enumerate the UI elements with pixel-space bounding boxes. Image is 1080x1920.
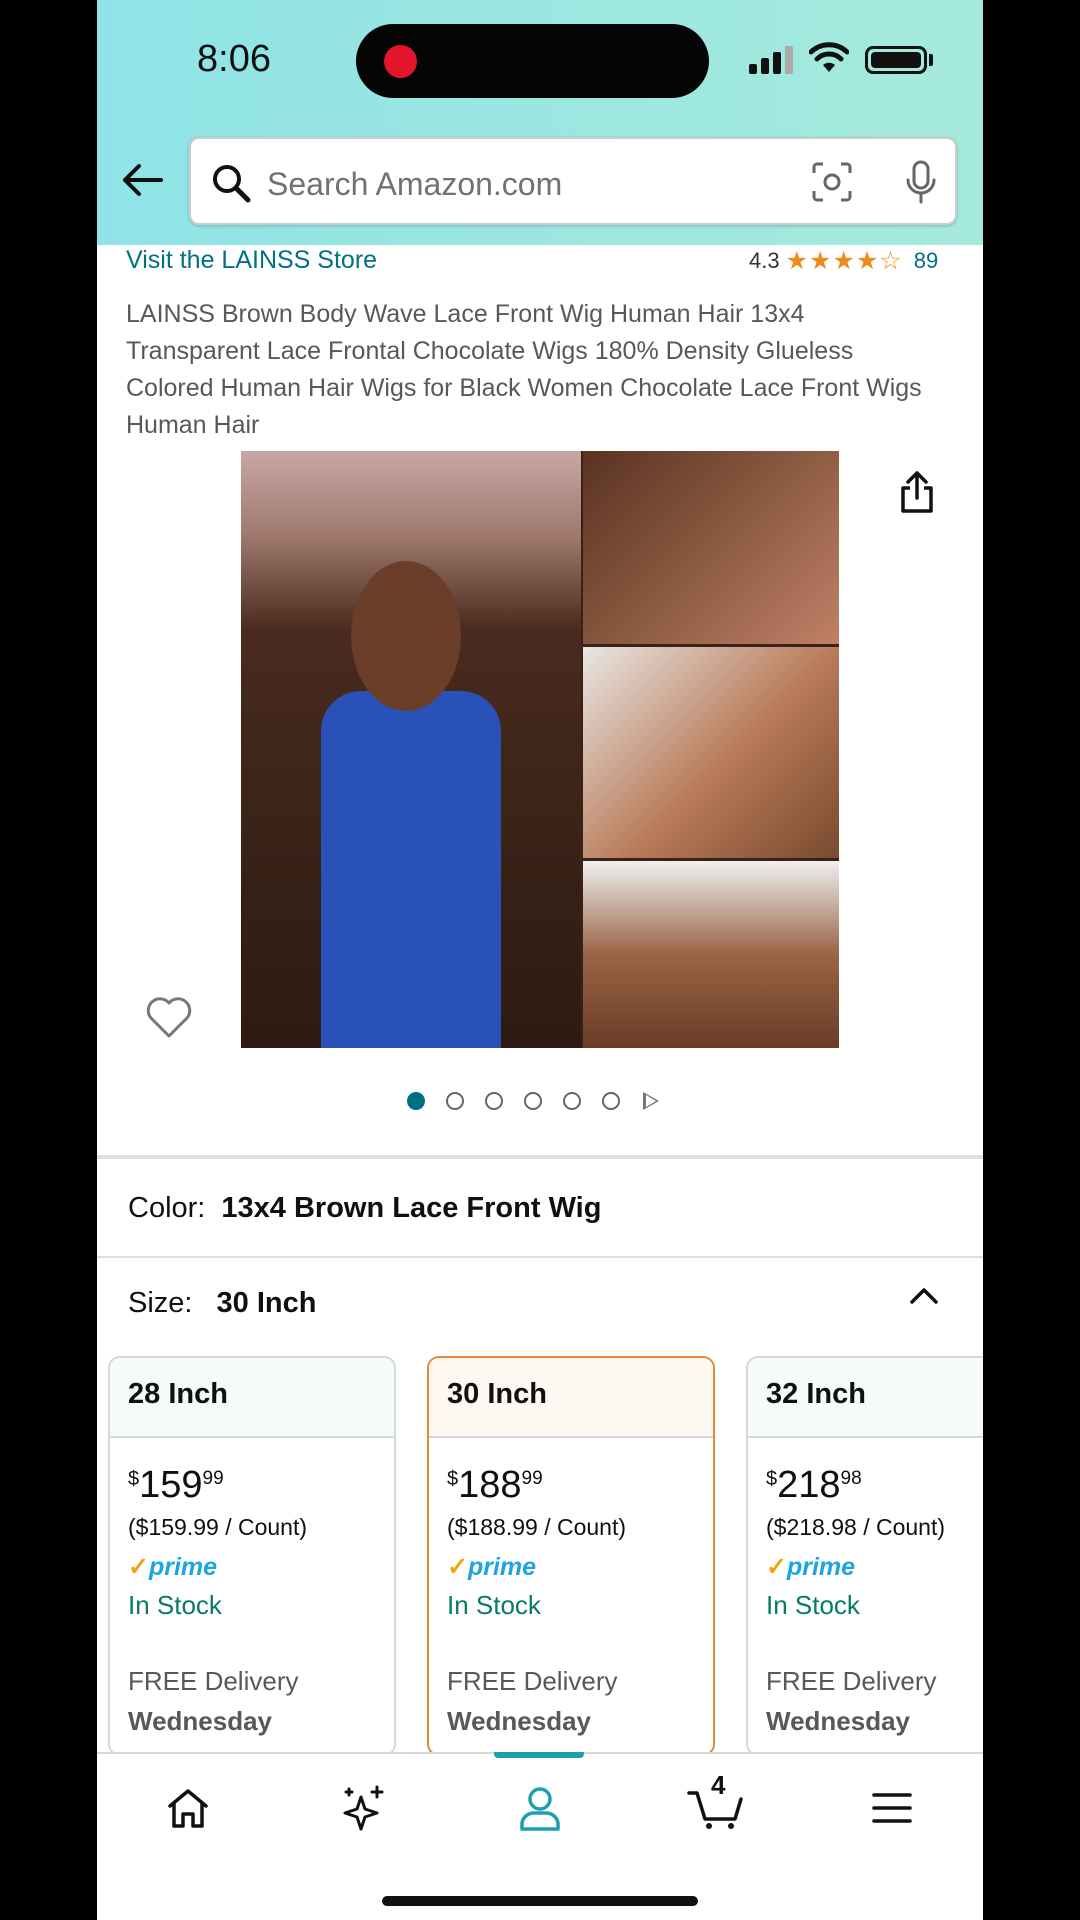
size-selector-header[interactable]: Size: 30 Inch [128,1287,316,1320]
star-icon: ★ [855,246,879,275]
wifi-icon [809,42,849,72]
price: $15999 [128,1464,224,1506]
unit-price: ($159.99 / Count) [128,1514,308,1540]
pagination-dot[interactable] [446,1092,464,1110]
menu-icon [872,1793,912,1823]
profile-icon [520,1787,560,1831]
color-value: 13x4 Brown Lace Front Wig [221,1192,602,1224]
share-icon [901,471,933,513]
recording-indicator [384,45,417,78]
home-icon [168,1789,208,1828]
search-input[interactable]: Search Amazon.com [189,137,957,225]
header: 8:06 Search Amazon.com [97,0,983,245]
product-image[interactable] [241,451,839,1048]
heart-icon [146,997,192,1038]
nav-menu[interactable] [857,1778,927,1838]
delivery-label: FREE Delivery [128,1666,299,1696]
size-option-card[interactable]: 32 Inch $21898 ($218.98 / Count) ✓prime … [746,1356,983,1756]
check-icon: ✓ [128,1553,149,1581]
delivery-day: Wednesday [766,1706,911,1736]
divider [97,1155,983,1159]
sparkle-icon [343,1785,384,1831]
status-time: 8:06 [197,38,271,80]
delivery-day: Wednesday [447,1706,592,1736]
search-placeholder: Search Amazon.com [267,166,563,202]
pagination-dot[interactable] [563,1092,581,1110]
cart-count-badge: 4 [711,1770,726,1800]
price: $21898 [766,1464,862,1506]
nav-rufus[interactable] [328,1778,398,1838]
model-photo [241,451,581,1048]
size-label: Size: [128,1287,193,1319]
half-star-icon: ☆ [879,246,902,275]
chevron-up-icon[interactable] [909,1285,939,1305]
delivery-day: Wednesday [128,1706,273,1736]
unit-price: ($218.98 / Count) [766,1514,946,1540]
nav-cart[interactable]: 4 [681,1770,751,1838]
size-option-name: 30 Inch [429,1358,713,1438]
nav-home[interactable] [153,1778,223,1838]
stock-status: In Stock [447,1590,541,1620]
product-title: LAINSS Brown Body Wave Lace Front Wig Hu… [126,300,922,439]
color-label: Color: [128,1192,206,1224]
search-icon [213,165,251,203]
back-button[interactable] [117,155,167,205]
pagination-dot[interactable] [524,1092,542,1110]
back-arrow-icon [123,164,163,196]
stock-status: In Stock [128,1590,222,1620]
size-option-name: 32 Inch [748,1358,983,1438]
share-button[interactable] [899,470,935,519]
size-option-card-selected[interactable]: 30 Inch $18899 ($188.99 / Count) ✓prime … [427,1356,715,1756]
video-play-icon[interactable] [643,1092,659,1110]
image-pagination [407,1092,659,1110]
prime-badge: ✓prime [766,1553,856,1581]
active-tab-indicator [494,1752,584,1758]
pagination-dot[interactable] [602,1092,620,1110]
size-value: 30 Inch [216,1287,317,1319]
check-icon: ✓ [766,1553,787,1581]
closeup-photo-face [583,451,839,644]
color-selector[interactable]: Color: 13x4 Brown Lace Front Wig [128,1192,601,1225]
pagination-dot[interactable] [485,1092,503,1110]
home-indicator [382,1896,698,1906]
camera-scan-icon[interactable] [811,161,853,203]
star-rating: ★ ★ ★ ★ ☆ [785,246,902,275]
star-icon: ★ [785,246,809,275]
microphone-icon[interactable] [903,159,939,205]
bottom-nav: 4 [97,1752,983,1920]
check-icon: ✓ [447,1553,468,1581]
star-icon: ★ [832,246,855,275]
stock-status: In Stock [766,1590,860,1620]
size-option-name: 28 Inch [110,1358,394,1438]
visit-store-link[interactable]: Visit the LAINSS Store [126,246,377,275]
star-icon: ★ [809,246,832,275]
rating-value: 4.3 [749,248,780,273]
battery-icon [865,46,927,74]
signal-icon [749,46,795,74]
closeup-photo-hairline [583,647,839,858]
prime-badge: ✓prime [447,1553,537,1581]
delivery-label: FREE Delivery [447,1666,618,1696]
closeup-photo-part [583,861,839,1048]
dynamic-island [356,24,709,98]
delivery-label: FREE Delivery [766,1666,937,1696]
nav-profile[interactable] [505,1778,575,1838]
unit-price: ($188.99 / Count) [447,1514,627,1540]
app-screen: 8:06 Search Amazon.com Visit the LAINSS … [97,0,983,1920]
size-option-card[interactable]: 28 Inch $15999 ($159.99 / Count) ✓prime … [108,1356,396,1756]
price: $18899 [447,1464,543,1506]
divider [97,1256,983,1258]
rating-count[interactable]: 89 [914,248,938,274]
prime-badge: ✓prime [128,1553,218,1581]
wishlist-button[interactable] [145,995,193,1044]
pagination-dot[interactable] [407,1092,425,1110]
rating-summary[interactable]: 4.3 ★ ★ ★ ★ ☆ 89 [749,248,938,274]
